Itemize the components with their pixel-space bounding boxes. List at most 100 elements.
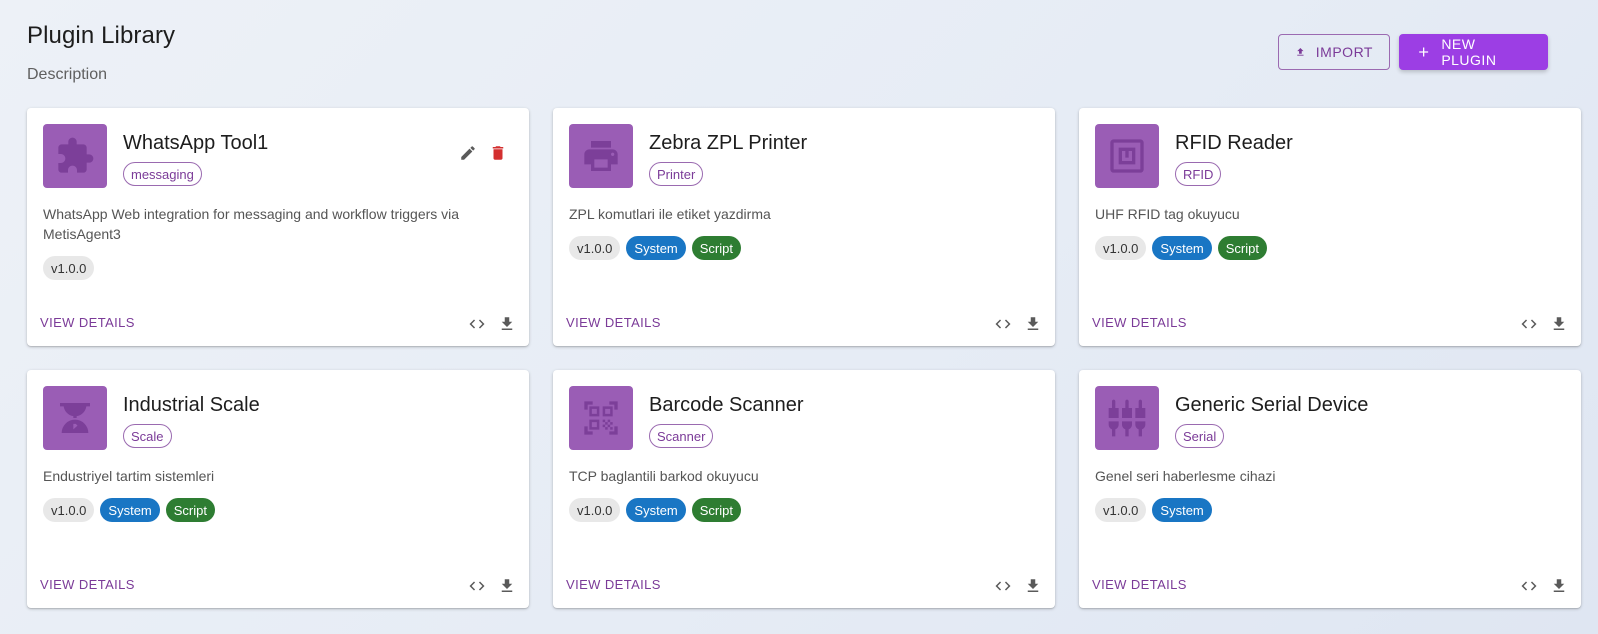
script-chip: Script xyxy=(1217,236,1267,260)
card-bottom-actions xyxy=(994,577,1042,595)
script-chip: Script xyxy=(691,236,741,260)
add-icon xyxy=(1419,47,1429,57)
plugin-icon-tile xyxy=(1095,386,1159,450)
plugin-chips: v1.0.0 System Script xyxy=(1095,236,1267,260)
download-button[interactable] xyxy=(1024,577,1042,595)
version-chip: v1.0.0 xyxy=(569,498,621,522)
card-top-actions xyxy=(459,144,507,162)
trash-icon xyxy=(492,146,504,160)
import-button-label: Import xyxy=(1315,44,1373,60)
view-code-button[interactable] xyxy=(994,577,1012,595)
script-chip: Script xyxy=(165,498,215,522)
version-chip: v1.0.0 xyxy=(569,236,621,260)
plugin-card-zebra-zpl-printer: Zebra ZPL Printer Printer ZPL komutlari … xyxy=(553,108,1055,346)
view-details-button[interactable]: View Details xyxy=(40,315,135,330)
system-chip: System xyxy=(626,236,686,260)
version-chip: v1.0.0 xyxy=(1095,236,1147,260)
download-button[interactable] xyxy=(498,577,516,595)
plugin-card-barcode-scanner: Barcode Scanner Scanner TCP baglantili b… xyxy=(553,370,1055,608)
category-chip: Scale xyxy=(123,424,172,448)
category-chip: Serial xyxy=(1175,424,1225,448)
version-chip: v1.0.0 xyxy=(1095,498,1147,522)
code-icon xyxy=(469,581,485,591)
edit-icon xyxy=(461,146,475,160)
download-button[interactable] xyxy=(1024,315,1042,333)
download-button[interactable] xyxy=(1550,315,1568,333)
plugin-description: ZPL komutlari ile etiket yazdirma xyxy=(569,206,771,222)
plugin-name: RFID Reader xyxy=(1175,132,1293,154)
upload-icon xyxy=(1297,47,1304,56)
category-chip: Scanner xyxy=(649,424,714,448)
system-chip: System xyxy=(1152,236,1212,260)
card-bottom-actions xyxy=(994,315,1042,333)
plugin-icon-tile xyxy=(569,124,633,188)
plugin-name: Industrial Scale xyxy=(123,394,260,416)
version-chip: v1.0.0 xyxy=(43,256,95,280)
card-bottom-actions xyxy=(1520,577,1568,595)
plugin-chips: v1.0.0 xyxy=(43,256,95,280)
page-title: Plugin Library xyxy=(27,22,176,49)
plugin-chips: v1.0.0 System Script xyxy=(569,498,741,522)
plugin-icon-tile xyxy=(1095,124,1159,188)
plugin-card-whatsapp-tool1: WhatsApp Tool1 messaging WhatsApp Web in… xyxy=(27,108,529,346)
view-details-button[interactable]: View Details xyxy=(1092,577,1187,592)
plugin-chips: v1.0.0 System xyxy=(1095,498,1212,522)
system-chip: System xyxy=(100,498,160,522)
plugin-name: Barcode Scanner xyxy=(649,394,804,416)
system-chip: System xyxy=(1152,498,1212,522)
puzzle-icon xyxy=(58,137,94,173)
category-chip: Printer xyxy=(649,162,704,186)
plugin-name: Zebra ZPL Printer xyxy=(649,132,808,154)
qr-code-scanner-icon xyxy=(584,401,618,435)
view-code-button[interactable] xyxy=(1520,577,1538,595)
code-icon xyxy=(469,319,485,329)
plugin-chips: v1.0.0 System Script xyxy=(569,236,741,260)
plugin-grid: WhatsApp Tool1 messaging WhatsApp Web in… xyxy=(27,108,1581,608)
download-icon xyxy=(501,579,513,592)
script-chip: Script xyxy=(691,498,741,522)
view-details-button[interactable]: View Details xyxy=(566,577,661,592)
download-button[interactable] xyxy=(498,315,516,333)
download-icon xyxy=(1027,579,1039,592)
settings-input-component-icon xyxy=(1108,399,1146,437)
import-button[interactable]: Import xyxy=(1278,34,1390,70)
category-chip: messaging xyxy=(123,162,202,186)
plugin-name: WhatsApp Tool1 xyxy=(123,132,269,154)
card-bottom-actions xyxy=(468,315,516,333)
plugin-icon-tile xyxy=(43,124,107,188)
plugin-card-rfid-reader: RFID Reader RFID UHF RFID tag okuyucu v1… xyxy=(1079,108,1581,346)
plugin-icon-tile xyxy=(43,386,107,450)
category-chip: RFID xyxy=(1175,162,1222,186)
rfid-icon xyxy=(1110,139,1144,173)
printer-icon xyxy=(584,141,618,171)
plugin-description: TCP baglantili barkod okuyucu xyxy=(569,468,759,484)
header-actions: Import New Plugin xyxy=(1278,34,1548,70)
download-button[interactable] xyxy=(1550,577,1568,595)
delete-button[interactable] xyxy=(489,144,507,162)
plugin-description: UHF RFID tag okuyucu xyxy=(1095,206,1240,222)
version-chip: v1.0.0 xyxy=(43,498,95,522)
plugin-card-industrial-scale: Industrial Scale Scale Endustriyel tarti… xyxy=(27,370,529,608)
plugin-description: Genel seri haberlesme cihazi xyxy=(1095,468,1276,484)
plugin-name: Generic Serial Device xyxy=(1175,394,1369,416)
download-icon xyxy=(501,317,513,330)
plugin-chips: v1.0.0 System Script xyxy=(43,498,215,522)
view-code-button[interactable] xyxy=(468,577,486,595)
code-icon xyxy=(995,581,1011,591)
plugin-icon-tile xyxy=(569,386,633,450)
code-icon xyxy=(1521,581,1537,591)
view-code-button[interactable] xyxy=(994,315,1012,333)
view-code-button[interactable] xyxy=(1520,315,1538,333)
view-details-button[interactable]: View Details xyxy=(1092,315,1187,330)
view-code-button[interactable] xyxy=(468,315,486,333)
system-chip: System xyxy=(626,498,686,522)
page-header: Plugin Library Description xyxy=(27,22,175,84)
view-details-button[interactable]: View Details xyxy=(566,315,661,330)
edit-button[interactable] xyxy=(459,144,477,162)
view-details-button[interactable]: View Details xyxy=(40,577,135,592)
download-icon xyxy=(1027,317,1039,330)
code-icon xyxy=(1521,319,1537,329)
new-plugin-button[interactable]: New Plugin xyxy=(1399,34,1548,70)
card-bottom-actions xyxy=(1520,315,1568,333)
scale-icon xyxy=(60,403,90,433)
